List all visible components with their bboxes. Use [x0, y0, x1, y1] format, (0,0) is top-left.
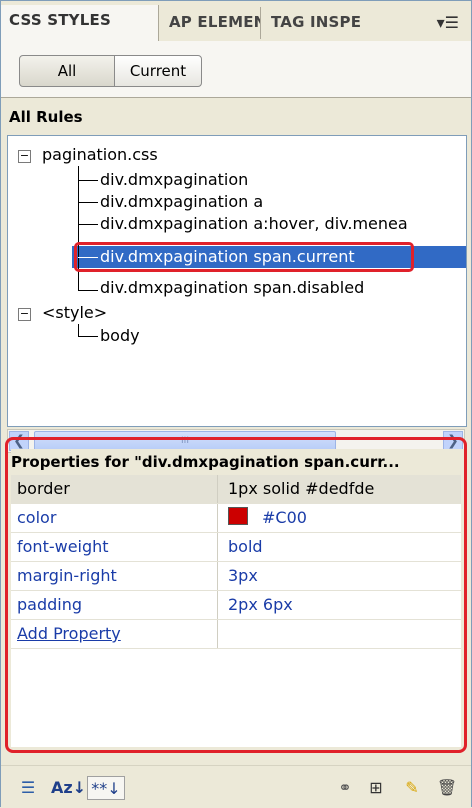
- tree-rule-item[interactable]: div.dmxpagination a: [100, 191, 263, 213]
- tab-tag-inspector[interactable]: TAG INSPE: [263, 7, 405, 39]
- edit-style-icon[interactable]: ✎: [399, 776, 425, 800]
- all-rules-header: All Rules: [1, 101, 471, 131]
- css-styles-panel: CSS STYLES AP ELEMEN TAG INSPE ▾☰ All Cu…: [0, 0, 472, 808]
- tab-css-styles[interactable]: CSS STYLES: [1, 5, 159, 41]
- collapse-icon[interactable]: −: [18, 150, 31, 163]
- tree-connector: [78, 180, 98, 181]
- tab-ap-elements[interactable]: AP ELEMEN: [161, 7, 261, 39]
- all-mode-button[interactable]: All: [19, 55, 115, 87]
- set-properties-view-icon[interactable]: **↓: [87, 776, 125, 800]
- bottom-toolbar: ☰ Az↓ **↓ ⚭ ⊞ ✎ 🗑: [1, 765, 471, 808]
- tree-connector: [78, 202, 98, 203]
- panel-tab-bar: CSS STYLES AP ELEMEN TAG INSPE ▾☰: [1, 1, 471, 41]
- collapse-icon[interactable]: −: [18, 308, 31, 321]
- tree-rule-item[interactable]: body: [100, 325, 140, 347]
- tree-connector: [78, 290, 98, 291]
- tree-rule-item[interactable]: div.dmxpagination a:hover, div.menea: [100, 213, 408, 235]
- tree-rule-item[interactable]: div.dmxpagination span.disabled: [100, 277, 364, 299]
- new-css-rule-icon[interactable]: ⊞: [363, 776, 389, 800]
- mode-toggle-row: All Current: [1, 41, 471, 98]
- tree-connector: [78, 336, 98, 337]
- rules-tree[interactable]: − pagination.css div.dmxpagination div.d…: [7, 135, 467, 427]
- az-list-view-icon[interactable]: Az↓: [51, 776, 86, 800]
- delete-css-rule-icon[interactable]: 🗑: [433, 776, 461, 800]
- options-menu-icon[interactable]: ▾☰: [437, 13, 459, 32]
- selected-rule-annotation: [74, 242, 414, 272]
- tree-file-style-block[interactable]: <style>: [42, 302, 107, 324]
- properties-annotation: [5, 437, 467, 753]
- attach-stylesheet-icon[interactable]: ⚭: [331, 776, 359, 800]
- tree-connector: [78, 324, 79, 336]
- tree-rule-item[interactable]: div.dmxpagination: [100, 169, 248, 191]
- current-mode-button[interactable]: Current: [114, 55, 202, 87]
- category-view-icon[interactable]: ☰: [13, 776, 43, 800]
- tree-connector: [78, 224, 98, 225]
- tree-file-pagination-css[interactable]: pagination.css: [42, 144, 158, 166]
